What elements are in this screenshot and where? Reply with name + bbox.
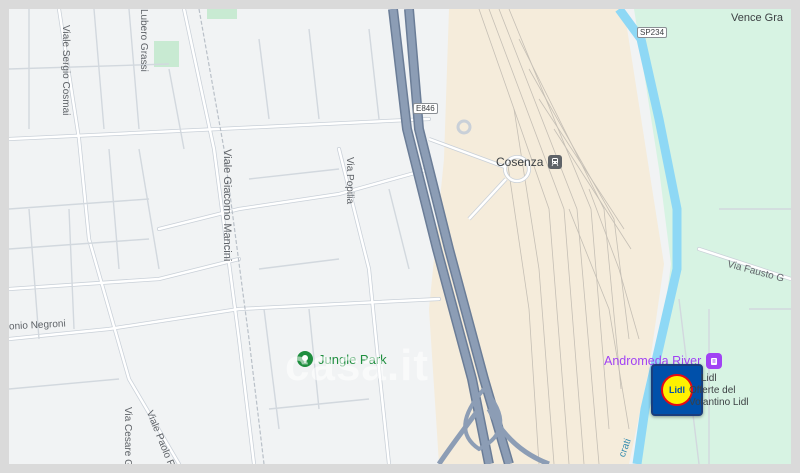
map-frame: Viale Sergio Cosmai Lubero Grassi Viale … xyxy=(0,0,800,473)
street-label-via-cesare: Via Cesare G xyxy=(122,407,133,467)
lidl-brand-label: Lidl xyxy=(701,373,717,384)
street-label-viale-sergio-cosmai: Viale Sergio Cosmai xyxy=(60,25,71,116)
shopping-icon xyxy=(706,353,723,369)
railway-area xyxy=(429,9,664,464)
park-patch xyxy=(154,41,179,67)
street-label-via-popilia: Via Popilia xyxy=(344,157,355,205)
street-label-lubero-grassi: Lubero Grassi xyxy=(138,9,149,72)
lidl-offer-label-line2: Volantino Lidl xyxy=(689,397,749,408)
park-patch xyxy=(207,9,237,19)
road-shield-sp234: SP234 xyxy=(637,27,668,38)
poi-cosenza-station[interactable]: Cosenza xyxy=(496,155,563,169)
road-shield-e846: E846 xyxy=(413,103,438,114)
poi-label: Cosenza xyxy=(496,155,544,169)
place-label-vence-gra: Vence Gra xyxy=(731,12,783,24)
street-label-viale-giacomo-mancini: Viale Giacomo Mancini xyxy=(221,149,233,262)
lidl-offer-label-line1: Offerte del xyxy=(689,385,736,396)
casa-it-watermark: casa.it xyxy=(285,341,429,390)
train-station-icon xyxy=(548,155,563,169)
